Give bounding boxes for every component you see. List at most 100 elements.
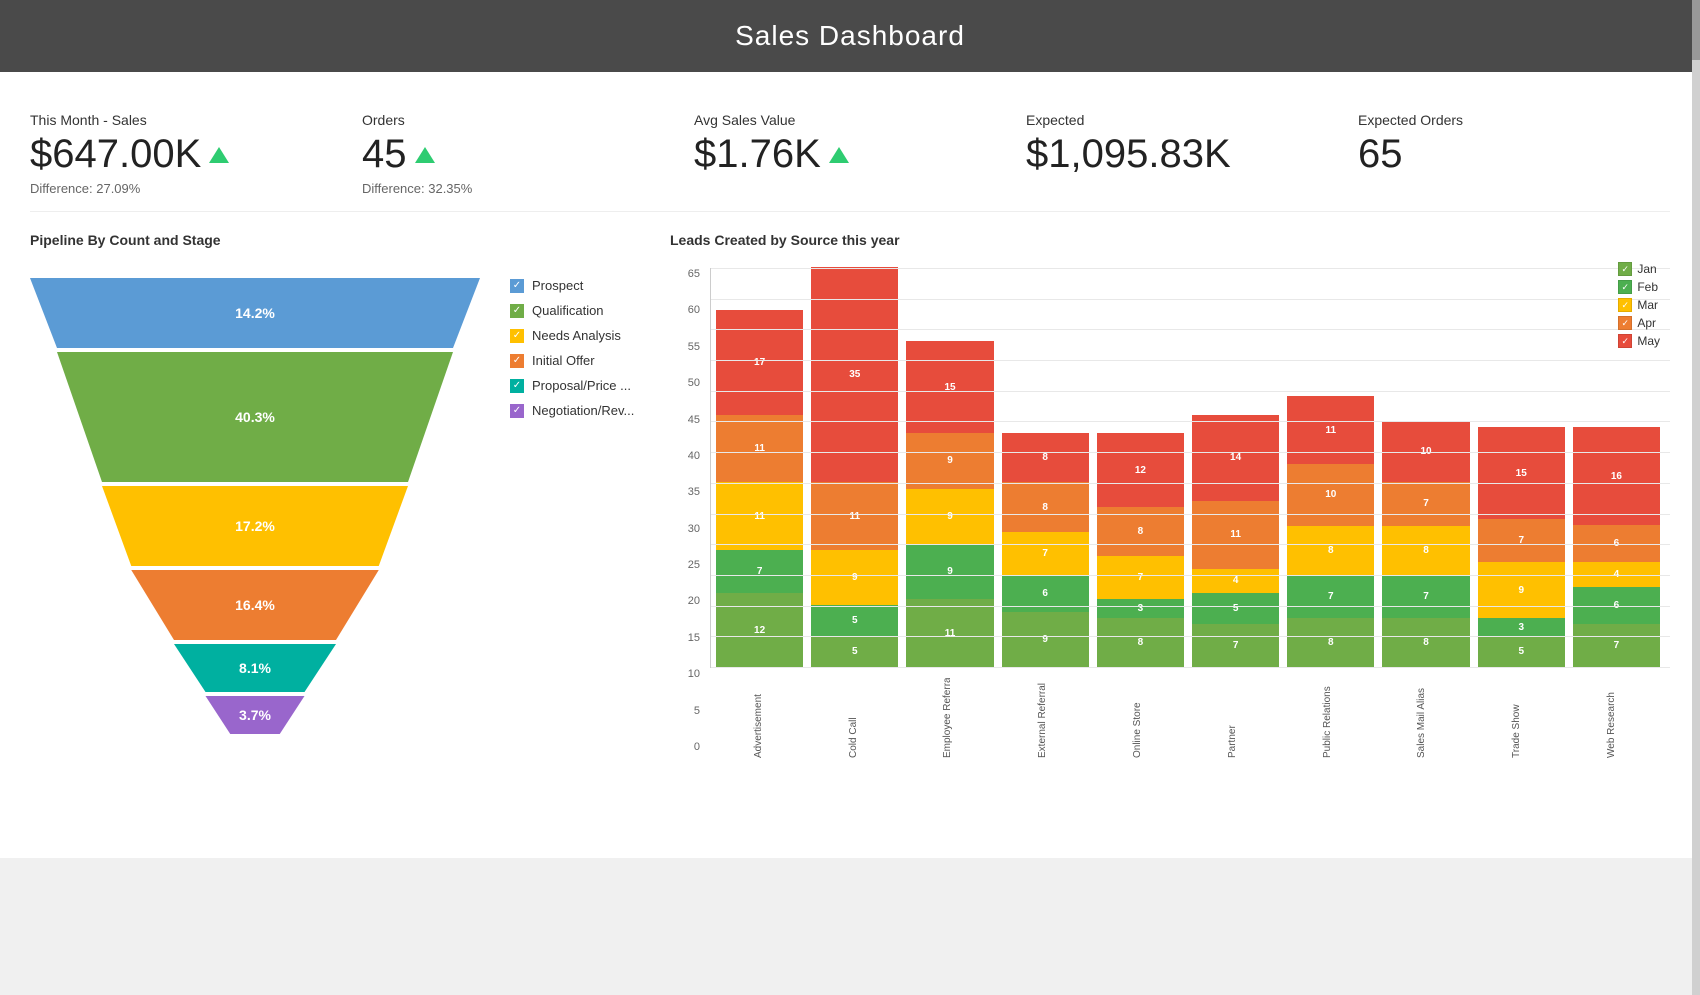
- bar-stack: 837812: [1097, 433, 1184, 667]
- x-axis-label: Cold Call: [810, 673, 897, 753]
- check-icon: ✓: [513, 305, 521, 316]
- bar-stack: 127111117: [716, 310, 803, 667]
- bar-segment: 5: [1478, 636, 1565, 667]
- trend-up-icon: [829, 147, 849, 163]
- bar-legend-color-box: ✓: [1618, 298, 1632, 312]
- y-axis-tick: 45: [688, 414, 700, 426]
- y-axis-tick: 25: [688, 559, 700, 571]
- page-title: Sales Dashboard: [735, 20, 965, 51]
- bar-segment: 8: [1287, 618, 1374, 667]
- funnel-legend: ✓Prospect✓Qualification✓Needs Analysis✓I…: [510, 268, 670, 418]
- funnel-segment: 3.7%: [30, 696, 480, 734]
- bar-legend-color-box: ✓: [1618, 280, 1632, 294]
- bar-group: 1199915: [906, 341, 993, 667]
- y-axis-tick: 65: [688, 268, 700, 280]
- bar-segment: 7: [1002, 532, 1089, 575]
- bar-segment: 35: [811, 267, 898, 482]
- bar-stack: 7541114: [1192, 415, 1279, 667]
- bar-segment: 8: [1382, 618, 1469, 667]
- kpi-label: Orders: [362, 112, 654, 128]
- y-axis-tick: 55: [688, 341, 700, 353]
- y-axis-tick: 5: [694, 705, 700, 717]
- bar-chart-legend: ✓Jan✓Feb✓Mar✓Apr✓May: [1618, 262, 1660, 348]
- scrollbar[interactable]: [1692, 0, 1700, 995]
- kpi-label: Expected Orders: [1358, 112, 1650, 128]
- funnel-legend-item: ✓Needs Analysis: [510, 328, 670, 343]
- bar-segment: 9: [1478, 562, 1565, 617]
- legend-checkbox: ✓: [510, 379, 524, 393]
- funnel-container: 14.2%40.3%17.2%16.4%8.1%3.7% ✓Prospect✓Q…: [30, 268, 650, 736]
- kpi-label: Expected: [1026, 112, 1318, 128]
- funnel-segment-label: 16.4%: [235, 597, 275, 613]
- bar-legend-label: Jan: [1637, 262, 1656, 276]
- bar-legend-label: Apr: [1637, 316, 1656, 330]
- bar-segment: 5: [1192, 593, 1279, 624]
- bar-segment: 11: [1192, 501, 1279, 569]
- y-axis-tick: 15: [688, 632, 700, 644]
- funnel-chart: 14.2%40.3%17.2%16.4%8.1%3.7%: [30, 268, 480, 736]
- kpi-diff: Difference: 27.09%: [30, 181, 322, 196]
- check-icon: ✓: [513, 280, 521, 291]
- bar-stack: 539715: [1478, 427, 1565, 667]
- bar-segment: 6: [1002, 575, 1089, 612]
- legend-label: Qualification: [532, 303, 604, 318]
- bar-group: 837812: [1097, 433, 1184, 667]
- bar-chart-title: Leads Created by Source this year: [670, 232, 1670, 248]
- bar-stack: 1199915: [906, 341, 993, 667]
- bar-legend-label: Mar: [1637, 298, 1658, 312]
- bar-segment: 12: [1097, 433, 1184, 507]
- bar-stack: 878710: [1382, 421, 1469, 667]
- x-axis-label: Employee Referral: [905, 673, 992, 753]
- funnel-legend-item: ✓ Prospect: [510, 278, 670, 293]
- bar-legend-label: Feb: [1637, 280, 1658, 294]
- y-axis-tick: 35: [688, 486, 700, 498]
- bar-segment: 7: [1478, 519, 1565, 562]
- bar-segment: 7: [1287, 575, 1374, 618]
- bar-group: 764616: [1573, 427, 1660, 667]
- y-axis: 65605550454035302520151050: [670, 268, 705, 753]
- kpi-label: This Month - Sales: [30, 112, 322, 128]
- x-axis-label: External Referral: [999, 673, 1086, 753]
- x-axis-label: Trade Show: [1473, 673, 1560, 753]
- y-axis-tick: 20: [688, 595, 700, 607]
- legend-label: Needs Analysis: [532, 328, 621, 343]
- bar-segment: 8: [1382, 526, 1469, 575]
- x-axis-label: Web Research: [1568, 673, 1655, 753]
- funnel-panel: Pipeline By Count and Stage 14.2%40.3%17…: [30, 232, 650, 736]
- bar-legend-item: ✓ Feb: [1618, 280, 1660, 294]
- legend-checkbox: ✓: [510, 279, 524, 293]
- scrollbar-thumb[interactable]: [1692, 0, 1700, 60]
- bar-segment: 16: [1573, 427, 1660, 525]
- bar-stack: 96788: [1002, 433, 1089, 667]
- kpi-item: Expected Orders65: [1338, 112, 1670, 177]
- kpi-item: This Month - Sales$647.00KDifference: 27…: [30, 112, 342, 196]
- bar-segment: 9: [906, 489, 993, 544]
- bar-segment: 4: [1573, 562, 1660, 587]
- bar-segment: 8: [1097, 507, 1184, 556]
- bar-group: 8781011: [1287, 396, 1374, 667]
- bar-segment: 7: [1382, 482, 1469, 525]
- funnel-segment-label: 14.2%: [235, 305, 275, 321]
- funnel-legend-item: ✓ Negotiation/Rev...: [510, 403, 670, 418]
- check-icon: ✓: [513, 405, 521, 416]
- y-axis-tick: 50: [688, 377, 700, 389]
- bar-group: 127111117: [716, 310, 803, 667]
- bar-segment: 14: [1192, 415, 1279, 501]
- legend-label: Negotiation/Rev...: [532, 403, 634, 418]
- bar-segment: 4: [1192, 569, 1279, 594]
- page-header: Sales Dashboard: [0, 0, 1700, 72]
- funnel-legend-item: ✓ Qualification: [510, 303, 670, 318]
- funnel-legend-item: ✓Initial Offer: [510, 353, 670, 368]
- y-axis-tick: 30: [688, 523, 700, 535]
- funnel-segment-label: 8.1%: [239, 660, 271, 676]
- bar-group: 878710: [1382, 421, 1469, 667]
- kpi-item: Avg Sales Value$1.76K: [674, 112, 1006, 177]
- legend-checkbox: ✓: [510, 354, 524, 368]
- check-icon: ✓: [513, 380, 521, 391]
- y-axis-tick: 10: [688, 668, 700, 680]
- grid-line: [711, 667, 1670, 668]
- bar-group: 96788: [1002, 433, 1089, 667]
- funnel-segment-label: 17.2%: [235, 518, 275, 534]
- bar-group: 7541114: [1192, 415, 1279, 667]
- legend-label: Prospect: [532, 278, 583, 293]
